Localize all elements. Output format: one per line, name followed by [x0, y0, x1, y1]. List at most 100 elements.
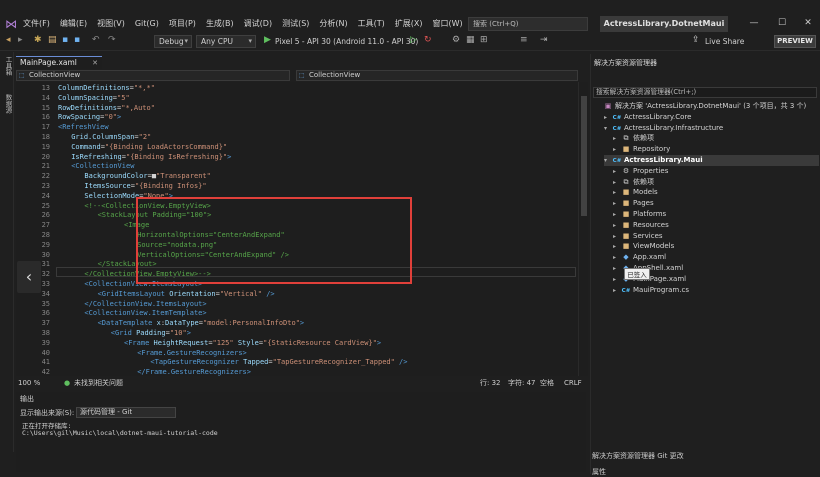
- menu-item[interactable]: 生成(B): [201, 16, 239, 32]
- data-sources-tab[interactable]: 数据源: [3, 94, 13, 114]
- tree-expand-icon[interactable]: ▾: [604, 156, 612, 167]
- solution-search-input[interactable]: 搜索解决方案资源管理器(Ctrl+;): [593, 87, 817, 98]
- code-line: <RefreshView: [58, 122, 109, 132]
- toolbar-icon[interactable]: ▦: [466, 33, 475, 47]
- tree-item-icon: ■: [622, 188, 630, 197]
- tree-item[interactable]: ▸ ■ Platforms: [613, 209, 666, 220]
- issues-status[interactable]: 未找到相关问题: [74, 377, 123, 389]
- tree-item[interactable]: ▾ C# ActressLibrary.Maui: [604, 155, 819, 166]
- toolbar-icon[interactable]: ⇥: [540, 33, 548, 47]
- undo-icon[interactable]: ↶: [92, 33, 100, 47]
- tree-item[interactable]: ▸ ⚙ Properties: [613, 166, 668, 177]
- tree-item-label: 解决方案 'ActressLibrary.DotnetMaui' (3 个项目，…: [615, 102, 807, 110]
- code-token: "10": [169, 329, 187, 337]
- menu-item[interactable]: Git(G): [130, 16, 164, 32]
- code-line: Command="{Binding LoadActorsCommand}": [71, 142, 227, 152]
- tree-item[interactable]: ▸ ■ Pages: [613, 198, 654, 209]
- tree-item-icon: ■: [622, 210, 630, 218]
- line-number: 35: [41, 299, 50, 308]
- menu-item[interactable]: 扩展(X): [390, 16, 428, 32]
- code-editor[interactable]: 13 14 15 16 17 18 19 20 21 22 23 24 25 26 27 28 29 30 31 32…: [16, 82, 588, 376]
- code-token: <GridItemsLayout: [97, 289, 170, 298]
- live-share-button[interactable]: Live Share: [705, 35, 744, 49]
- tree-expand-icon[interactable]: ▸: [613, 286, 621, 297]
- tree-item[interactable]: ▸ ■ Services: [613, 231, 663, 242]
- tree-item[interactable]: ▾ C# ActressLibrary.Infrastructure: [604, 123, 723, 134]
- search-input[interactable]: 搜索 (Ctrl+Q): [468, 17, 588, 31]
- properties-panel-title: 属性: [592, 468, 606, 476]
- code-token: "125": [212, 338, 234, 347]
- code-token: "{Binding Infos}": [134, 182, 207, 190]
- line-number: 19: [41, 142, 50, 151]
- menu-item[interactable]: 编辑(E): [55, 16, 92, 32]
- code-token: IsRefreshing: [71, 152, 122, 161]
- forward-icon[interactable]: ▸: [18, 33, 23, 47]
- menu-item[interactable]: 工具(T): [353, 16, 390, 32]
- tree-item[interactable]: ▸ ■ Models: [613, 187, 658, 198]
- code-token: "5": [117, 93, 130, 102]
- tree-item[interactable]: ▣ 解决方案 'ActressLibrary.DotnetMaui' (3 个项目…: [595, 101, 807, 112]
- tree-expand-icon[interactable]: ▾: [604, 124, 612, 135]
- whitespace-indicator: 空格: [540, 379, 554, 387]
- redo-icon[interactable]: ↷: [108, 33, 116, 47]
- back-icon[interactable]: ◂: [6, 33, 11, 47]
- open-folder-icon[interactable]: ▤: [48, 33, 57, 47]
- tree-item[interactable]: ▸ ■ Repository: [613, 144, 670, 155]
- nav-scope-dropdown[interactable]: CollectionView: [16, 70, 290, 81]
- menu-item[interactable]: 文件(F): [18, 16, 55, 32]
- main-toolbar: ◂ ▸ ✱ ▤ ▪ ▪ ↶ ↷ Debug Any CPU ▶ Pixel 5 …: [0, 33, 820, 51]
- visual-studio-logo-icon[interactable]: ⋈: [4, 17, 18, 31]
- toolbar-icon[interactable]: ≡: [520, 33, 528, 47]
- code-token: HeightRequest: [153, 338, 209, 347]
- zoom-level[interactable]: 100 %: [18, 377, 40, 389]
- editor-scrollbar[interactable]: [578, 82, 588, 376]
- menu-item[interactable]: 窗口(W): [428, 16, 468, 32]
- tree-item[interactable]: ▸ C# MauiProgram.cs: [613, 285, 689, 296]
- minimize-icon[interactable]: —: [744, 14, 764, 32]
- tree-item[interactable]: ▸ ⧉ 依赖项: [613, 133, 654, 144]
- scrollbar-thumb[interactable]: [581, 96, 587, 216]
- live-share-icon[interactable]: ⇪: [692, 33, 700, 47]
- run-icon[interactable]: ▶: [264, 33, 271, 47]
- tab-mainpage-xaml[interactable]: MainPage.xaml ✕: [16, 56, 102, 69]
- tree-item[interactable]: ▸ ◆ App.xaml: [613, 252, 666, 263]
- close-icon[interactable]: ✕: [798, 14, 818, 32]
- tree-item[interactable]: ▸ C# ActressLibrary.Core: [604, 112, 692, 123]
- toolbox-tab[interactable]: 工具箱: [3, 56, 13, 76]
- line-number: 37: [41, 319, 50, 328]
- start-without-debug-icon[interactable]: ▷: [410, 33, 417, 47]
- menu-item[interactable]: 视图(V): [92, 16, 130, 32]
- tree-item-icon: ⧉: [623, 134, 629, 143]
- run-target-button[interactable]: Pixel 5 - API 30 (Android 11.0 - API 30): [275, 35, 418, 49]
- line-ending-indicator[interactable]: CRLF: [564, 377, 582, 389]
- hot-reload-icon[interactable]: ↻: [424, 33, 432, 47]
- tree-item-label: Platforms: [633, 210, 667, 218]
- menu-item[interactable]: 测试(S): [277, 16, 314, 32]
- code-token: RowSpacing: [58, 113, 101, 122]
- output-panel: 输出 显示输出来源(S): 源代码管理 - Git 正在打开存储库: C:\Us…: [16, 392, 586, 472]
- tree-item[interactable]: ▸ ■ ViewModels: [613, 241, 674, 252]
- configuration-dropdown[interactable]: Debug: [154, 35, 192, 48]
- save-all-icon[interactable]: ▪: [74, 33, 80, 47]
- menu-item[interactable]: 调试(D): [239, 16, 277, 32]
- menu-item[interactable]: 分析(N): [314, 16, 352, 32]
- tab-close-icon[interactable]: ✕: [92, 57, 98, 69]
- code-token: BackgroundColor: [84, 172, 148, 181]
- tree-item[interactable]: ▸ ⧉ 依赖项: [613, 177, 654, 188]
- line-number: 26: [41, 211, 50, 220]
- toolbar-icon[interactable]: ⚙: [452, 33, 460, 47]
- nav-member-dropdown[interactable]: CollectionView: [296, 70, 578, 81]
- platform-dropdown[interactable]: Any CPU: [196, 35, 256, 48]
- output-source-dropdown[interactable]: 源代码管理 - Git: [76, 407, 176, 418]
- code-token: "*,*": [133, 84, 155, 92]
- panel-bottom-tabs[interactable]: 解决方案资源管理器 Git 更改: [592, 451, 684, 461]
- tree-item[interactable]: ▸ ■ Resources: [613, 220, 669, 231]
- chevron-left-icon[interactable]: ‹: [17, 261, 41, 293]
- preview-button[interactable]: PREVIEW: [774, 35, 816, 48]
- new-project-icon[interactable]: ✱: [34, 33, 42, 47]
- save-icon[interactable]: ▪: [62, 33, 68, 47]
- menu-item[interactable]: 项目(P): [164, 16, 201, 32]
- line-number: 13: [41, 84, 50, 92]
- maximize-icon[interactable]: ☐: [772, 14, 792, 32]
- toolbar-icon[interactable]: ⊞: [480, 33, 488, 47]
